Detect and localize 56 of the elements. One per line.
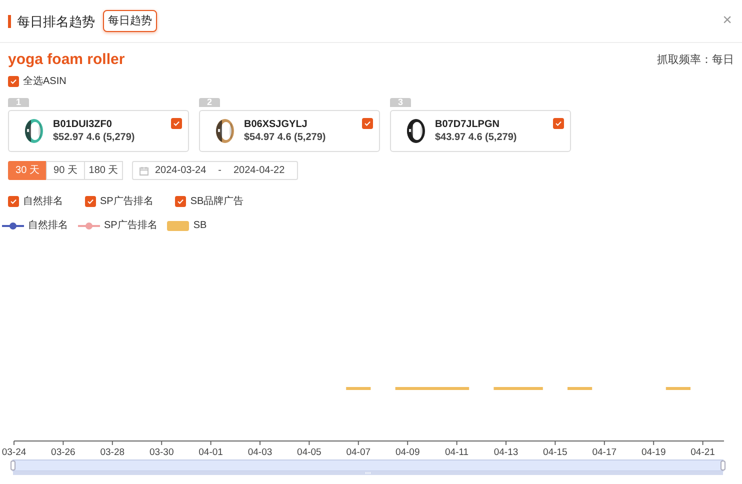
- zoom-slider[interactable]: [10, 460, 726, 475]
- legend-label[interactable]: 自然排名: [28, 218, 68, 233]
- date-range-field[interactable]: 2024-03-24 - 2024-04-22: [132, 161, 298, 180]
- keyword-title: yoga foam roller: [8, 50, 125, 70]
- bar: [346, 387, 371, 390]
- slider-handle[interactable]: [10, 460, 16, 470]
- dialog-title: 每日排名趋势: [8, 14, 95, 28]
- bar: [568, 387, 592, 390]
- checkbox-label: 全选ASIN: [23, 74, 66, 88]
- axis-label: 04-21: [690, 447, 715, 458]
- axis-label: 04-15: [543, 447, 568, 458]
- checkbox[interactable]: [175, 196, 186, 207]
- product-card[interactable]: B06XSJGYLJ $54.97 4.6 (5,279): [199, 110, 380, 152]
- product-card[interactable]: B07D7JLPGN $43.97 4.6 (5,279): [390, 110, 571, 152]
- axis-label: 04-03: [248, 447, 272, 458]
- checkbox[interactable]: [8, 76, 19, 86]
- checkbox[interactable]: [171, 118, 182, 129]
- asin-label: B07D7JLPGN: [435, 118, 500, 131]
- legend-swatch-icon[interactable]: [167, 220, 190, 230]
- asin-label: B01DUI3ZF0: [53, 118, 113, 131]
- legend-label[interactable]: SP广告排名: [104, 218, 158, 233]
- axis-label: 04-05: [297, 447, 322, 458]
- checkbox-label: SP广告排名: [100, 194, 154, 209]
- axis-label: 04-01: [198, 447, 223, 458]
- checkbox[interactable]: [362, 118, 373, 129]
- axis-label: 04-09: [395, 447, 420, 458]
- price-rating: $54.97 4.6 (5,279): [244, 131, 326, 144]
- axis-label: 03-26: [51, 447, 76, 458]
- checkbox-label: 自然排名: [23, 194, 63, 209]
- bar: [666, 387, 690, 390]
- axis-label: 03-30: [149, 447, 174, 458]
- slider-fill[interactable]: [12, 460, 724, 472]
- range-tab[interactable]: 90 天: [46, 161, 85, 180]
- frequency-label: 抓取频率：每日: [657, 52, 734, 68]
- range-tab[interactable]: 180 天: [84, 161, 123, 180]
- legend-label[interactable]: SB: [193, 218, 207, 233]
- axis-label: 04-07: [346, 447, 371, 458]
- price-rating: $52.97 4.6 (5,279): [53, 131, 135, 144]
- axis-label: 04-17: [592, 447, 617, 458]
- axis-label: 03-24: [2, 447, 26, 458]
- asin-label: B06XSJGYLJ: [244, 118, 308, 131]
- price-rating: $43.97 4.6 (5,279): [435, 131, 517, 144]
- checkbox[interactable]: [85, 196, 96, 207]
- checkbox-label: SB品牌广告: [190, 194, 244, 209]
- axis-label: 04-13: [494, 447, 518, 458]
- legend-line-icon[interactable]: [2, 220, 24, 230]
- axis-label: 04-11: [445, 447, 469, 458]
- slider-handle[interactable]: [720, 460, 726, 470]
- checkbox[interactable]: [553, 118, 564, 129]
- calendar-icon: [139, 166, 149, 176]
- trend-tab[interactable]: 每日趋势: [103, 10, 157, 32]
- bar: [494, 387, 543, 390]
- checkbox[interactable]: [8, 196, 19, 207]
- product-card[interactable]: B01DUI3ZF0 $52.97 4.6 (5,279): [8, 110, 189, 152]
- axis-label: 04-19: [641, 447, 666, 458]
- axis-label: 03-28: [100, 447, 125, 458]
